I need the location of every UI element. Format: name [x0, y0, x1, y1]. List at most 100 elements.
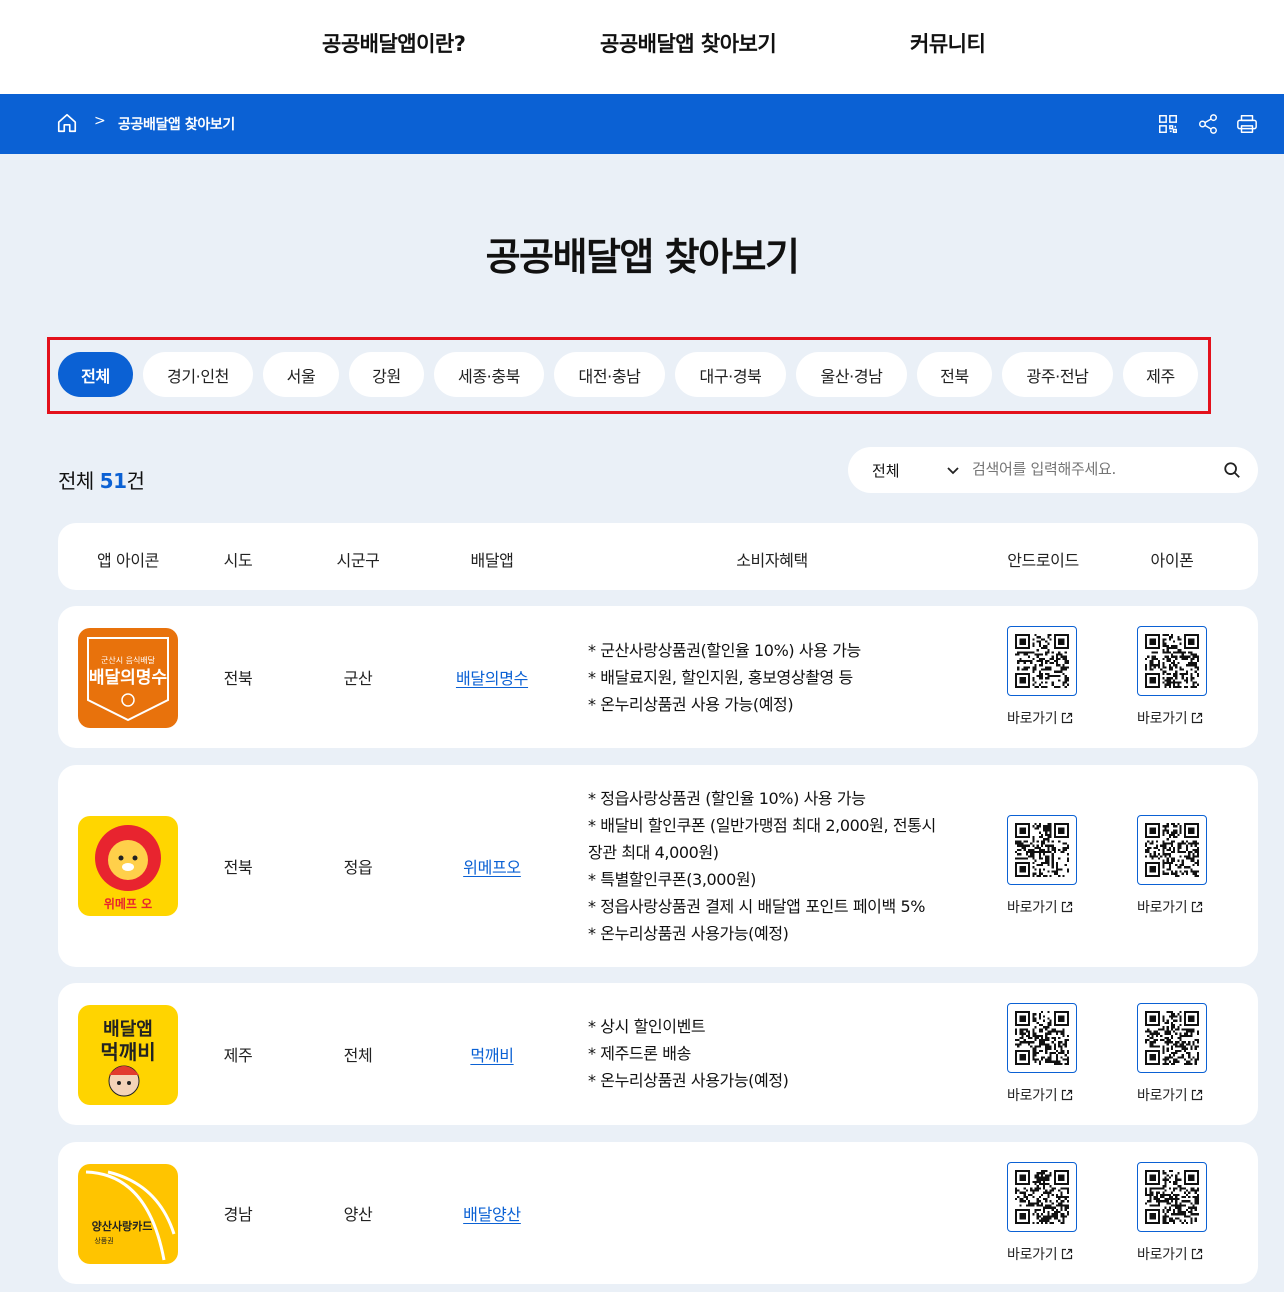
cell-province: 제주: [223, 1046, 253, 1065]
android-qr-code[interactable]: [1007, 626, 1077, 696]
app-icon-meokkaebi[interactable]: 배달앱 먹깨비: [78, 1005, 178, 1105]
filter-chip-daegu-gyeongbuk[interactable]: 대구·경북: [675, 352, 786, 397]
filter-chip-jeju[interactable]: 제주: [1123, 352, 1198, 397]
search-bar: 전체: [848, 447, 1258, 493]
result-count-suffix: 건: [126, 469, 145, 493]
benefit-line: * 제주드론 배송: [588, 1044, 691, 1063]
table-row: 군산시 음식배달 배달의명수 전북 군산 배달의명수 * 군산사랑상품권(할인율…: [58, 606, 1258, 748]
android-link[interactable]: 바로가기: [1007, 1244, 1073, 1264]
search-category-select[interactable]: 전체: [872, 460, 900, 481]
filter-chip-gangwon[interactable]: 강원: [349, 352, 424, 397]
wemakeprice-o-logo: 위메프 오: [95, 825, 161, 911]
benefit-line: * 정읍사랑상품권 결제 시 배달앱 포인트 페이백 5%: [588, 897, 926, 916]
iphone-qr-code[interactable]: [1137, 626, 1207, 696]
filter-chip-all[interactable]: 전체: [58, 352, 133, 397]
app-icon-wemakeprice-o[interactable]: 위메프 오: [78, 816, 178, 916]
table-row: 위메프 오 전북 정읍 위메프오 * 정읍사랑상품권 (할인율 10%) 사용 …: [58, 765, 1258, 967]
column-header-android: 안드로이드: [1007, 551, 1079, 570]
print-icon[interactable]: [1236, 113, 1258, 135]
iphone-link[interactable]: 바로가기: [1137, 708, 1203, 728]
external-link-icon: [1062, 712, 1073, 724]
android-link[interactable]: 바로가기: [1007, 897, 1073, 917]
benefit-line: * 군산사랑상품권(할인율 10%) 사용 가능: [588, 641, 861, 660]
external-link-icon: [1062, 901, 1073, 913]
cell-province: 전북: [223, 669, 253, 688]
share-icon[interactable]: [1197, 113, 1219, 135]
iphone-link-label: 바로가기: [1137, 1247, 1188, 1263]
icon-text-main: 위메프 오: [104, 896, 152, 911]
iphone-link[interactable]: 바로가기: [1137, 1085, 1203, 1105]
baedal-yangsan-logo: 양산사랑카드 상품권: [85, 1170, 176, 1261]
cell-province: 전북: [223, 858, 253, 877]
icon-text-small: 배달앱: [103, 1019, 153, 1040]
iphone-qr-code[interactable]: [1137, 1162, 1207, 1232]
qr-code-pattern: [1145, 1170, 1199, 1224]
android-link-label: 바로가기: [1007, 711, 1058, 727]
result-count-number: 51: [99, 469, 127, 493]
iphone-link[interactable]: 바로가기: [1137, 1244, 1203, 1264]
benefit-line: * 배달료지원, 할인지원, 홍보영상촬영 등: [588, 668, 853, 687]
home-icon[interactable]: [56, 112, 78, 134]
cell-province: 경남: [223, 1205, 253, 1224]
column-header-iphone: 아이폰: [1150, 551, 1194, 570]
qr-code-icon[interactable]: [1157, 113, 1179, 135]
filter-chip-jeonbuk[interactable]: 전북: [917, 352, 992, 397]
benefit-line: * 특별할인쿠폰(3,000원): [588, 870, 757, 889]
benefit-line: * 온누리상품권 사용가능(예정): [588, 1071, 789, 1090]
table-row: 배달앱 먹깨비 제주 전체 먹깨비 * 상시 할인이벤트 * 제주드론 배송 *…: [58, 983, 1258, 1125]
search-icon[interactable]: [1223, 461, 1241, 479]
cell-app-link[interactable]: 위메프오: [463, 854, 521, 878]
table-header: 앱 아이콘 시도 시군구 배달앱 소비자혜택 안드로이드 아이폰: [58, 523, 1258, 590]
breadcrumb-current: 공공배달앱 찾아보기: [118, 117, 235, 133]
iphone-qr-code[interactable]: [1137, 1003, 1207, 1073]
result-count-prefix: 전체: [58, 469, 94, 493]
iphone-qr-code[interactable]: [1137, 815, 1207, 885]
cell-city: 군산: [343, 669, 373, 688]
cell-app-link[interactable]: 먹깨비: [470, 1042, 514, 1066]
external-link-icon: [1192, 1248, 1203, 1260]
android-qr-code[interactable]: [1007, 1162, 1077, 1232]
filter-chip-daejeon-chungnam[interactable]: 대전·충남: [554, 352, 665, 397]
icon-text-small: 군산시 음식배달: [101, 655, 156, 665]
benefit-line: * 온누리상품권 사용가능(예정): [588, 924, 789, 943]
android-link[interactable]: 바로가기: [1007, 708, 1073, 728]
cell-app-link[interactable]: 배달의명수: [456, 665, 528, 689]
filter-chip-gwangju-jeonnam[interactable]: 광주·전남: [1002, 352, 1113, 397]
qr-code-pattern: [1145, 1011, 1199, 1065]
search-input[interactable]: [972, 460, 1212, 478]
app-icon-baedal-yangsan[interactable]: 양산사랑카드 상품권: [78, 1164, 178, 1264]
android-link[interactable]: 바로가기: [1007, 1085, 1073, 1105]
external-link-icon: [1062, 1248, 1073, 1260]
android-qr-code[interactable]: [1007, 815, 1077, 885]
iphone-link-label: 바로가기: [1137, 711, 1188, 727]
icon-text-small: 상품권: [94, 1236, 113, 1245]
cell-app-link[interactable]: 배달양산: [463, 1201, 521, 1225]
external-link-icon: [1192, 901, 1203, 913]
android-link-label: 바로가기: [1007, 900, 1058, 916]
result-count: 전체 51건: [58, 465, 145, 494]
icon-text-main: 먹깨비: [100, 1040, 155, 1064]
column-header-app-icon: 앱 아이콘: [97, 551, 159, 570]
table-row: 양산사랑카드 상품권 경남 양산 배달양산 바로가기 바로가기: [58, 1142, 1258, 1284]
qr-code-pattern: [1145, 634, 1199, 688]
iphone-link[interactable]: 바로가기: [1137, 897, 1203, 917]
iphone-link-label: 바로가기: [1137, 1088, 1188, 1104]
filter-chip-gyeonggi-incheon[interactable]: 경기·인천: [143, 352, 253, 397]
filter-chip-ulsan-gyeongnam[interactable]: 울산·경남: [796, 352, 907, 397]
column-header-city: 시군구: [336, 551, 380, 570]
android-link-label: 바로가기: [1007, 1247, 1058, 1263]
iphone-link-label: 바로가기: [1137, 900, 1188, 916]
android-qr-code[interactable]: [1007, 1003, 1077, 1073]
filter-chip-seoul[interactable]: 서울: [263, 352, 339, 397]
qr-code-pattern: [1015, 634, 1069, 688]
benefit-line: * 배달비 할인쿠폰 (일반가맹점 최대 2,000원, 전통시: [588, 816, 936, 835]
app-icon-baedal-myeongsu[interactable]: 군산시 음식배달 배달의명수: [78, 628, 178, 728]
qr-code-pattern: [1015, 1011, 1069, 1065]
breadcrumb: > 공공배달앱 찾아보기: [0, 94, 1284, 154]
nav-item-browse-apps[interactable]: 공공배달앱 찾아보기: [600, 28, 777, 58]
nav-item-about[interactable]: 공공배달앱이란?: [322, 28, 466, 58]
filter-chip-sejong-chungbuk[interactable]: 세종·충북: [434, 352, 544, 397]
nav-item-community[interactable]: 커뮤니티: [910, 28, 986, 58]
chevron-down-icon[interactable]: [946, 463, 960, 477]
external-link-icon: [1062, 1089, 1073, 1101]
